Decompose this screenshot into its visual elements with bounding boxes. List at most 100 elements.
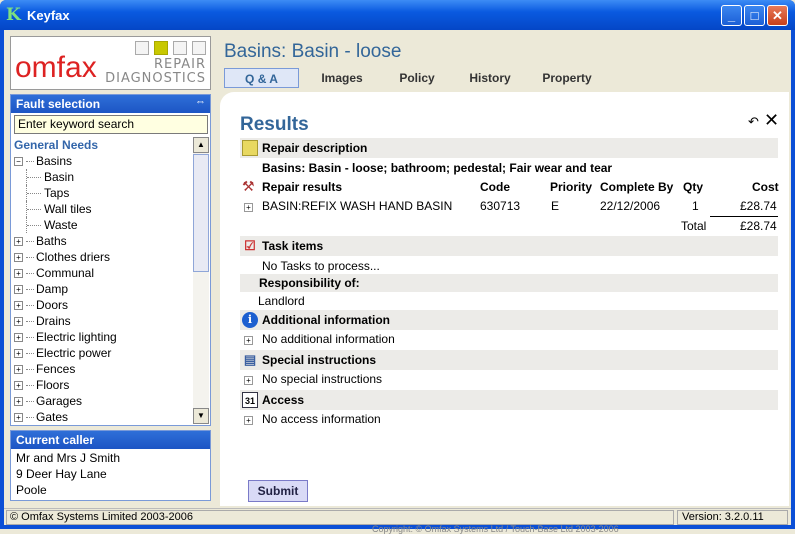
- tree-item-label: Electric lighting: [36, 330, 117, 344]
- tree-group-item[interactable]: − Basins: [14, 153, 190, 169]
- expand-icon[interactable]: +: [244, 416, 253, 425]
- responsibility-section: Responsibility of:: [240, 274, 778, 292]
- tree-group-item[interactable]: + Garages: [14, 393, 190, 409]
- keyword-search-input[interactable]: Enter keyword search: [14, 115, 208, 134]
- expand-icon[interactable]: +: [244, 336, 253, 345]
- tree-group-item[interactable]: + Gates: [14, 409, 190, 422]
- total-rule: [710, 216, 778, 217]
- minimize-button[interactable]: _: [721, 5, 742, 26]
- tree-group-item[interactable]: + Electric power: [14, 345, 190, 361]
- tab-images[interactable]: Images: [312, 68, 372, 88]
- tree-group-item[interactable]: + Drains: [14, 313, 190, 329]
- scroll-up-icon[interactable]: ▲: [193, 137, 209, 153]
- tree-connector: [26, 417, 34, 419]
- tree-group-item[interactable]: + Floors: [14, 377, 190, 393]
- tree-connector: [26, 401, 34, 403]
- tree-item-label: Basins: [36, 154, 73, 168]
- access-text: No access information: [262, 412, 381, 426]
- tree-connector: [26, 369, 34, 371]
- calendar-icon: 31: [242, 392, 258, 408]
- total-label: Total: [681, 219, 707, 233]
- tree-item-label: Waste: [44, 218, 78, 232]
- expand-icon[interactable]: +: [14, 397, 23, 407]
- tree-group-item[interactable]: + Doors: [14, 297, 190, 313]
- tree-leaf-item[interactable]: Basin: [14, 169, 190, 185]
- expand-icon[interactable]: +: [14, 285, 23, 295]
- fault-selection-header: Fault selection ⇔: [11, 95, 210, 113]
- close-button[interactable]: ✕: [767, 5, 788, 26]
- scroll-thumb[interactable]: [193, 154, 209, 272]
- page-title: Basins: Basin - loose: [224, 41, 402, 62]
- expand-icon[interactable]: +: [14, 237, 23, 247]
- access-section: 31 Access: [240, 390, 778, 410]
- repair-description-text: Basins: Basin - loose; bathroom; pedesta…: [262, 161, 613, 175]
- tab-property[interactable]: Property: [534, 68, 600, 88]
- tree-connector: [26, 161, 34, 163]
- result-priority: E: [551, 199, 560, 213]
- undo-icon[interactable]: ↶: [748, 114, 759, 130]
- status-version: Version: 3.2.0.11: [677, 510, 788, 525]
- total-value: £28.74: [740, 219, 777, 233]
- logo-line2: DIAGNOSTICS: [105, 71, 206, 86]
- expand-icon[interactable]: +: [14, 413, 23, 422]
- expand-icon[interactable]: +: [14, 365, 23, 375]
- hammer-icon: ⚒: [242, 178, 255, 194]
- repair-results-label: Repair results: [262, 180, 343, 194]
- expand-icon[interactable]: +: [244, 203, 253, 212]
- tab-qa[interactable]: Q & A: [224, 68, 299, 88]
- maximize-button[interactable]: □: [744, 5, 765, 26]
- result-qty: 1: [692, 199, 699, 213]
- expand-icon[interactable]: +: [244, 376, 253, 385]
- col-code: Code: [480, 180, 510, 194]
- tree-category[interactable]: General Needs: [14, 137, 190, 153]
- tree-group-item[interactable]: + Clothes driers: [14, 249, 190, 265]
- tree-item-label: Garages: [36, 394, 83, 408]
- close-results-icon[interactable]: ✕: [764, 110, 779, 131]
- tree-group-item[interactable]: + Baths: [14, 233, 190, 249]
- logo-square: [192, 41, 206, 55]
- scroll-down-icon[interactable]: ▼: [193, 408, 209, 424]
- tree-item-label: Baths: [36, 234, 67, 248]
- expand-icon[interactable]: +: [14, 349, 23, 359]
- tree-connector: [26, 201, 44, 217]
- note-icon: [242, 140, 258, 156]
- tree-item-label: Communal: [36, 266, 95, 280]
- expand-icon[interactable]: +: [14, 253, 23, 263]
- tab-policy[interactable]: Policy: [387, 68, 447, 88]
- expand-icon[interactable]: +: [14, 269, 23, 279]
- copyright-text: Copyright: © Omfax Systems Ltd / Touch-B…: [372, 524, 619, 534]
- tree-connector: [26, 241, 34, 243]
- tree-group-item[interactable]: + Damp: [14, 281, 190, 297]
- tree-scrollbar[interactable]: ▲ ▼: [193, 137, 209, 424]
- expand-icon[interactable]: +: [14, 301, 23, 311]
- logo-brand: omfax: [15, 51, 97, 84]
- tree-connector: [26, 337, 34, 339]
- tree-connector: [26, 257, 34, 259]
- title-bar[interactable]: K Keyfax _ □ ✕: [0, 0, 795, 30]
- expand-icon[interactable]: +: [14, 317, 23, 327]
- tree-connector: [26, 185, 44, 201]
- collapse-arrows-icon[interactable]: ⇔: [195, 96, 206, 108]
- tab-history[interactable]: History: [460, 68, 520, 88]
- expand-icon[interactable]: +: [14, 381, 23, 391]
- tree-leaf-item[interactable]: Taps: [14, 185, 190, 201]
- omfax-logo: omfax REPAIR DIAGNOSTICS: [10, 36, 211, 90]
- result-cost: £28.74: [740, 199, 777, 213]
- tree-item-label: Wall tiles: [44, 202, 92, 216]
- submit-button[interactable]: Submit: [248, 480, 308, 502]
- tree-item-label: Fences: [36, 362, 76, 376]
- fault-selection-panel: Fault selection ⇔ Enter keyword search G…: [10, 94, 211, 426]
- expand-icon[interactable]: +: [14, 333, 23, 343]
- repair-description-section: Repair description: [240, 138, 778, 158]
- special-instructions-text: No special instructions: [262, 372, 383, 386]
- repair-description-label: Repair description: [262, 141, 368, 155]
- tree-leaf-item[interactable]: Wall tiles: [14, 201, 190, 217]
- caller-line: Poole: [16, 483, 47, 497]
- responsibility-label: Responsibility of:: [259, 276, 360, 290]
- tree-group-item[interactable]: + Communal: [14, 265, 190, 281]
- collapse-icon[interactable]: −: [14, 157, 23, 167]
- tree-group-item[interactable]: + Fences: [14, 361, 190, 377]
- tree-leaf-item[interactable]: Waste: [14, 217, 190, 233]
- result-desc: BASIN:REFIX WASH HAND BASIN: [262, 199, 453, 213]
- tree-group-item[interactable]: + Electric lighting: [14, 329, 190, 345]
